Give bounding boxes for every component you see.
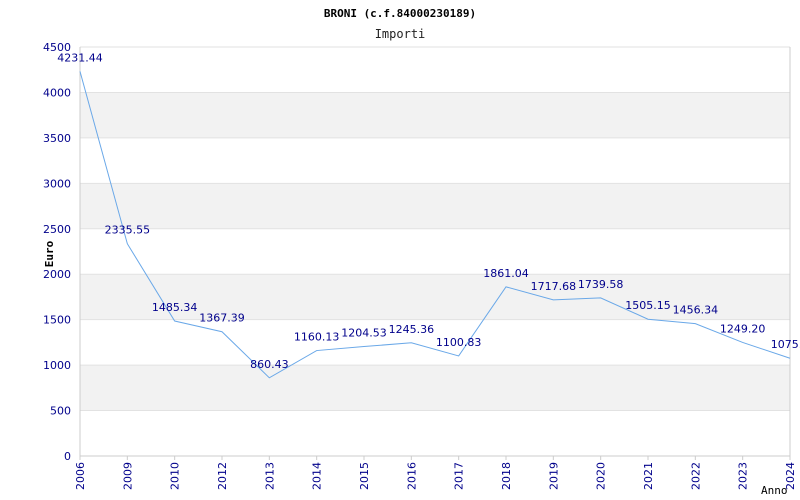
grid-band xyxy=(80,183,790,229)
x-tick-label: 2009 xyxy=(121,462,134,490)
x-tick-label: 2019 xyxy=(547,462,560,490)
data-label: 2335.55 xyxy=(105,224,151,237)
x-tick-label: 2016 xyxy=(405,462,418,490)
y-tick-label: 0 xyxy=(64,450,71,463)
y-tick-label: 2500 xyxy=(43,223,71,236)
x-tick-labels: 2006 2009 2010 2012 2013 2014 2015 2016 2017 2018… xyxy=(74,456,797,490)
data-label: 1245.36 xyxy=(389,323,435,336)
data-label: 1160.13 xyxy=(294,331,340,344)
grid-band xyxy=(80,228,790,275)
x-tick-label: 2010 xyxy=(169,462,182,490)
data-label: 1249.20 xyxy=(720,322,766,335)
grid-band xyxy=(80,137,790,184)
y-tick-label: 4000 xyxy=(43,86,71,99)
grid-band xyxy=(80,47,790,93)
data-label: 1505.15 xyxy=(625,299,671,312)
y-tick-label: 1000 xyxy=(43,359,71,372)
x-tick-label: 2022 xyxy=(689,462,702,490)
y-axis-label: Euro xyxy=(43,240,56,267)
x-tick-label: 2015 xyxy=(358,462,371,490)
x-tick-label: 2021 xyxy=(642,462,655,490)
y-tick-label: 3500 xyxy=(43,132,71,145)
x-tick-label: 2020 xyxy=(595,462,608,490)
grid-band xyxy=(80,92,790,138)
data-label: 1717.68 xyxy=(531,280,577,293)
grid-band xyxy=(80,365,790,411)
line-chart: 050010001500200025003000350040004500 200… xyxy=(43,7,800,497)
data-label: 1739.58 xyxy=(578,278,624,291)
y-tick-label: 1500 xyxy=(43,314,71,327)
y-tick-label: 3000 xyxy=(43,177,71,190)
x-tick-label: 2013 xyxy=(263,462,276,490)
data-label: 1367.39 xyxy=(199,312,245,325)
data-label: 1485.34 xyxy=(152,301,198,314)
data-label: 1861.04 xyxy=(483,267,529,280)
data-label: 860.43 xyxy=(250,358,289,371)
y-tick-label: 2000 xyxy=(43,268,71,281)
x-tick-label: 2017 xyxy=(453,462,466,490)
y-tick-label: 500 xyxy=(50,405,71,418)
chart-title: BRONI (c.f.84000230189) xyxy=(324,7,476,20)
data-label: 1204.53 xyxy=(341,327,387,340)
x-axis-label: Anno xyxy=(761,484,788,497)
x-tick-label: 2012 xyxy=(216,462,229,490)
x-tick-label: 2014 xyxy=(311,462,324,490)
x-tick-label: 2023 xyxy=(737,462,750,490)
chart-subtitle: Importi xyxy=(375,27,426,41)
data-label: 1100.83 xyxy=(436,336,482,349)
grid-bands xyxy=(80,47,790,456)
data-label: 4231.44 xyxy=(57,51,103,64)
data-label: 1075.7 xyxy=(771,338,800,351)
data-label: 1456.34 xyxy=(673,304,719,317)
x-tick-label: 2006 xyxy=(74,462,87,490)
x-tick-label: 2018 xyxy=(500,462,513,490)
grid-band xyxy=(80,410,790,456)
